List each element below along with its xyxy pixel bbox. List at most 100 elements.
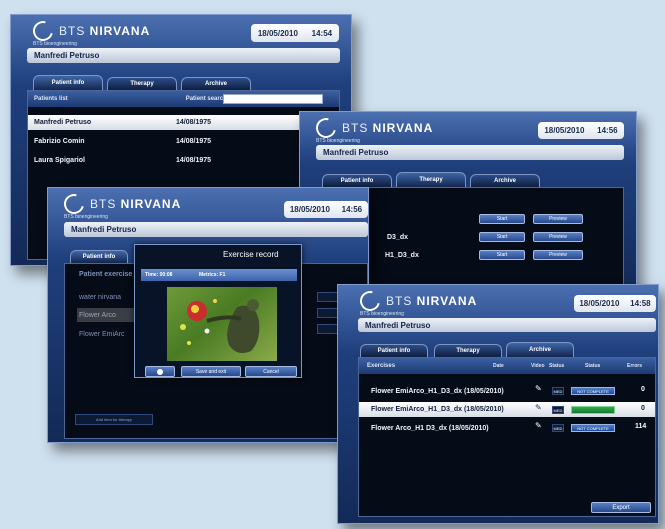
save-and-exit-button[interactable]: Save and exit [181,366,241,377]
patient-row-dob: 14/08/1975 [176,119,212,126]
time-label: 14:56 [341,205,363,214]
dialog-info-bar: Time: 00:08 Metrics: F1 [141,269,297,281]
tab-archive[interactable]: Archive [506,342,574,357]
record-icon [157,368,163,375]
video-button[interactable]: MED [552,387,564,395]
tab-therapy[interactable]: Therapy [396,172,466,187]
time-label: 14:54 [311,28,333,38]
tab-patient-info[interactable]: Patient info [70,250,128,263]
tab-archive[interactable]: Archive [181,77,251,90]
brand-name: BTS NIRVANA [342,121,434,135]
date-time-box: 18/05/2010 14:58 [574,295,656,312]
archive-row-count: 0 [641,405,645,412]
column-status-bar: Status [585,363,601,369]
record-toggle-button[interactable] [145,366,175,377]
patients-list-title: Patients list [34,96,68,102]
brand-sub: BTS bioengineering [316,138,360,144]
patient-name: Manfredi Petruso [34,51,100,60]
date-label: 18/05/2010 [257,28,298,38]
video-button[interactable]: MED [552,406,564,414]
video-button[interactable]: MED [552,424,564,432]
preview-button[interactable]: Preview [533,250,583,260]
patient-name-bar: Manfredi Petruso [358,318,656,332]
patient-name-bar: Manfredi Petruso [27,48,340,63]
column-status: Status [549,363,565,369]
column-date: Date [493,363,504,369]
archive-list-header: Exercises Date Video Status Status Error… [359,358,655,374]
edit-icon[interactable]: ✎ [535,404,542,412]
patient-row-name: Fabrizio Comin [34,138,85,145]
tab-therapy[interactable]: Therapy [107,77,177,90]
patient-name: Manfredi Petruso [365,320,431,330]
add-item-for-therapy-button[interactable]: Add item for therapy [75,414,153,425]
tab-patient-info[interactable]: Patient info [33,75,103,90]
column-video: Video [531,363,545,369]
patient-search-label: Patient search [185,96,227,102]
brand-name: BTS NIRVANA [90,197,182,211]
archive-row-name: Flower EmiArco_H1_D3_dx (18/05/2010) [371,387,504,395]
window-exercise: BTS NIRVANA BTS bioengineering 18/05/201… [47,187,369,443]
archive-row-count: 114 [635,423,647,430]
archive-panel: Exercises Date Video Status Status Error… [358,357,656,517]
patient-row-name: Manfredi Petruso [34,119,92,126]
game-scene-image [180,299,260,353]
date-label: 18/05/2010 [579,299,620,308]
brand-sub: BTS bioengineering [360,311,404,317]
preview-button[interactable]: Preview [533,214,583,224]
exercise-item[interactable]: Flower Arco [77,308,139,322]
patient-name-bar: Manfredi Petruso [316,145,624,160]
patient-row[interactable]: Fabrizio Comin 14/08/1975 [28,134,339,149]
edit-icon[interactable]: ✎ [535,385,542,393]
export-button[interactable]: Export [591,502,651,513]
tab-therapy[interactable]: Therapy [434,344,502,357]
therapy-row-label: H1_D3_dx [385,251,419,259]
patient-row[interactable]: Laura Spigariol 14/08/1975 [28,153,339,168]
patient-row-name: Laura Spigariol [34,157,85,164]
tab-archive[interactable]: Archive [470,174,540,187]
preview-button[interactable]: Preview [533,232,583,242]
time-label: 14:56 [597,126,618,135]
brand-name: BTS NIRVANA [59,24,151,38]
date-time-box: 18/05/2010 14:56 [284,201,368,218]
date-label: 18/05/2010 [544,126,585,135]
exercise-record-dialog: Exercise record Time: 00:08 Metrics: F1 … [134,244,302,378]
status-bar: NOT COMPLETE [571,387,615,395]
time-label: 14:58 [630,299,651,308]
column-exercises: Exercises [367,363,396,369]
date-label: 18/05/2010 [289,205,330,214]
dialog-title: Exercise record [223,250,279,259]
app-logo: BTS NIRVANA BTS bioengineering [29,17,151,47]
brand-sub: BTS bioengineering [64,214,108,220]
patient-row-dob: 14/08/1975 [176,138,212,145]
dialog-time: Time: 00:08 [145,272,173,278]
game-video [167,287,277,361]
start-button[interactable]: Start [479,232,525,242]
app-logo: BTS NIRVANA BTS bioengineering [356,287,478,317]
patient-name: Manfredi Petruso [71,225,137,234]
brand-name: BTS NIRVANA [386,294,478,308]
date-time-box: 18/05/2010 14:56 [538,122,624,139]
archive-row-name: Flower Arco_H1 D3_dx (18/05/2010) [371,424,489,432]
patient-search-input[interactable] [223,94,323,104]
tab-patient-info[interactable]: Patient info [322,174,392,187]
window-archive: BTS NIRVANA BTS bioengineering 18/05/201… [337,284,659,524]
cancel-button[interactable]: Cancel [245,366,297,377]
date-time-box: 18/05/2010 14:54 [251,24,339,42]
archive-row-count: 0 [641,386,645,393]
patient-row-dob: 14/08/1975 [176,157,212,164]
patient-name-bar: Manfredi Petruso [64,222,368,237]
start-button[interactable]: Start [479,214,525,224]
patient-row[interactable]: Manfredi Petruso 14/08/1975 [28,115,339,130]
patient-name: Manfredi Petruso [323,148,389,157]
app-logo: BTS NIRVANA BTS bioengineering [312,114,434,144]
app-logo: BTS NIRVANA BTS bioengineering [60,190,182,220]
tab-patient-info[interactable]: Patient info [360,344,428,357]
archive-row-name: Flower EmiArco_H1_D3_dx (18/05/2010) [371,406,504,413]
column-errors: Errors [627,363,643,369]
start-button[interactable]: Start [479,250,525,260]
therapy-row-label: D3_dx [387,233,409,241]
status-bar: NOT COMPLETE [571,424,615,432]
dialog-metrics: Metrics: F1 [199,272,226,278]
edit-icon[interactable]: ✎ [535,422,542,430]
brand-sub: BTS bioengineering [33,41,77,47]
